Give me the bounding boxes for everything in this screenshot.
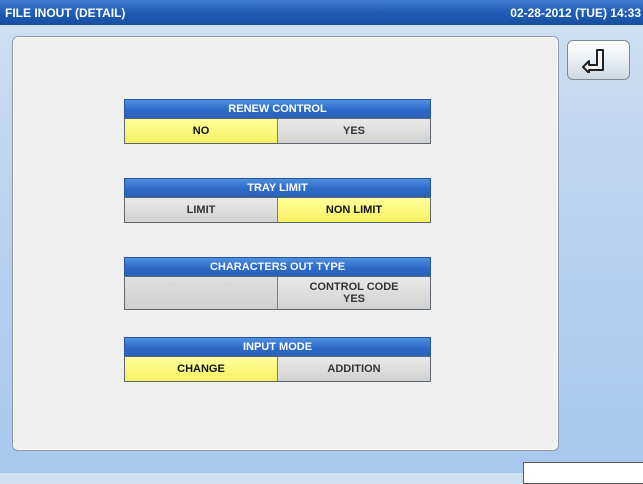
tray-limit-limit-button[interactable]: LIMIT	[125, 198, 278, 222]
datetime: 02-28-2012 (TUE) 14:33	[510, 6, 641, 20]
tray-limit-header: TRAY LIMIT	[124, 178, 431, 197]
title-bar: FILE INOUT (DETAIL) 02-28-2012 (TUE) 14:…	[0, 0, 643, 25]
input-mode-header: INPUT MODE	[124, 337, 431, 356]
tray-limit-non-limit-button[interactable]: NON LIMIT	[278, 198, 430, 222]
input-mode-addition-button[interactable]: ADDITION	[278, 357, 430, 381]
control-code-no-button[interactable]: CONTROL CODE NO	[125, 277, 278, 309]
input-mode-change-button[interactable]: CHANGE	[125, 357, 278, 381]
control-code-yes-button[interactable]: CONTROL CODE YES	[278, 277, 430, 309]
control-code-yes-line1: CONTROL CODE	[309, 281, 399, 293]
input-mode-options: CHANGE ADDITION	[124, 356, 431, 382]
renew-control-header: RENEW CONTROL	[124, 99, 431, 118]
characters-out-type-header: CHARACTERS OUT TYPE	[124, 257, 431, 276]
renew-control-no-button[interactable]: NO	[125, 119, 278, 143]
renew-control-options: NO YES	[124, 118, 431, 144]
control-code-no-line1: CONTROL CODE	[156, 281, 246, 293]
tray-limit-group: TRAY LIMIT LIMIT NON LIMIT	[124, 178, 431, 223]
renew-control-group: RENEW CONTROL NO YES	[124, 99, 431, 144]
control-code-no-line2: NO	[192, 293, 210, 305]
control-code-yes-line2: YES	[342, 293, 365, 305]
status-box	[523, 462, 643, 484]
back-arrow-icon	[582, 49, 604, 73]
characters-out-type-options: CONTROL CODE NO CONTROL CODE YES	[124, 276, 431, 310]
back-button[interactable]	[567, 40, 630, 80]
renew-control-yes-button[interactable]: YES	[278, 119, 430, 143]
tray-limit-options: LIMIT NON LIMIT	[124, 197, 431, 223]
window-title: FILE INOUT (DETAIL)	[5, 6, 126, 20]
characters-out-type-group: CHARACTERS OUT TYPE CONTROL CODE NO CONT…	[124, 257, 431, 310]
input-mode-group: INPUT MODE CHANGE ADDITION	[124, 337, 431, 382]
